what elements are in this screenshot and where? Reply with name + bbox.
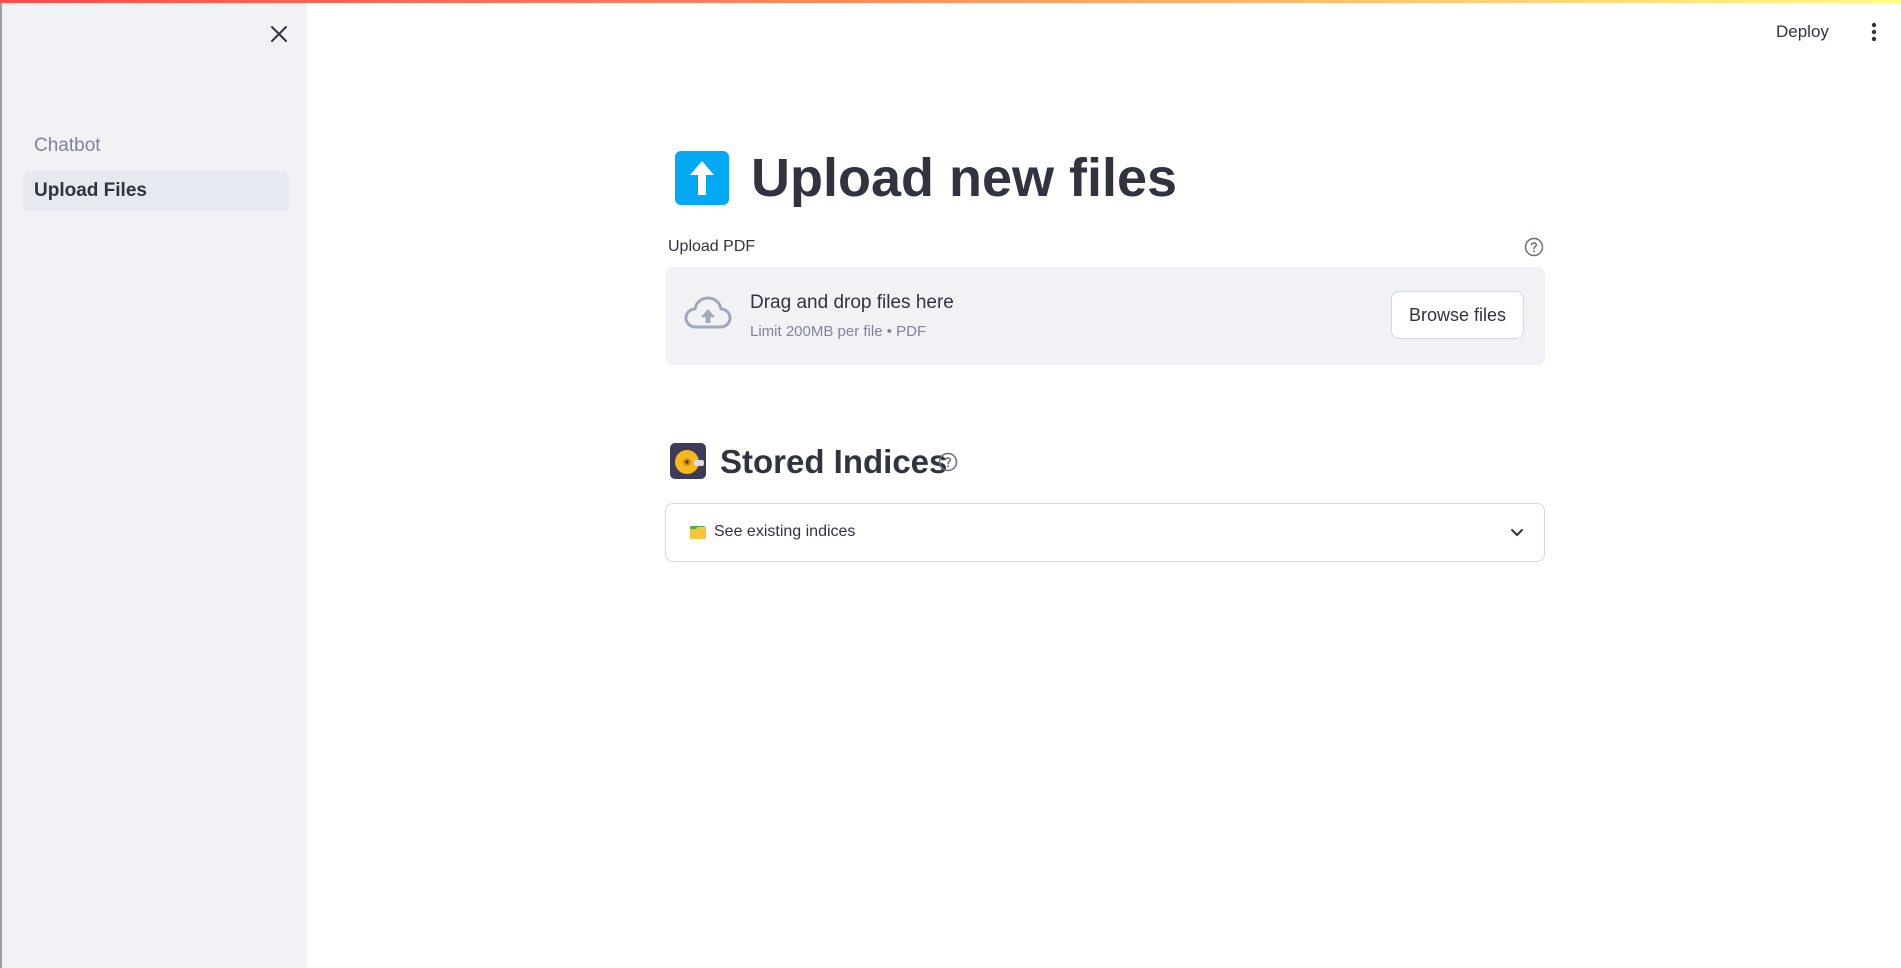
browse-files-button[interactable]: Browse files bbox=[1391, 291, 1524, 339]
existing-indices-expander[interactable]: See existing indices bbox=[665, 503, 1545, 562]
stored-indices-title: Stored Indices bbox=[720, 443, 948, 480]
help-icon[interactable] bbox=[1524, 237, 1544, 257]
sidebar-item-chatbot[interactable]: Chatbot bbox=[23, 126, 289, 166]
chevron-down-icon[interactable] bbox=[1509, 524, 1525, 540]
sidebar: Chatbot Upload Files bbox=[0, 0, 307, 968]
sidebar-item-upload-files[interactable]: Upload Files bbox=[23, 171, 289, 211]
sidebar-item-label: Chatbot bbox=[34, 135, 101, 156]
page-title: Upload new files bbox=[751, 148, 1178, 208]
upload-pdf-label: Upload PDF bbox=[668, 238, 756, 255]
top-decoration-bar bbox=[0, 0, 1901, 3]
up-arrow-icon bbox=[674, 150, 730, 206]
disk-icon bbox=[670, 443, 706, 479]
dropzone-title: Drag and drop files here bbox=[750, 292, 954, 313]
help-icon[interactable] bbox=[938, 452, 958, 472]
cloud-upload-icon bbox=[684, 294, 732, 334]
file-dropzone[interactable]: Drag and drop files here Limit 200MB per… bbox=[665, 267, 1545, 365]
folder-icon bbox=[689, 524, 707, 541]
close-icon[interactable] bbox=[267, 22, 291, 46]
deploy-button[interactable]: Deploy bbox=[1776, 16, 1829, 48]
sidebar-item-label: Upload Files bbox=[34, 180, 147, 201]
dropzone-limit-text: Limit 200MB per file • PDF bbox=[750, 323, 927, 340]
more-vertical-icon[interactable] bbox=[1866, 20, 1882, 44]
expander-label: See existing indices bbox=[714, 523, 856, 540]
